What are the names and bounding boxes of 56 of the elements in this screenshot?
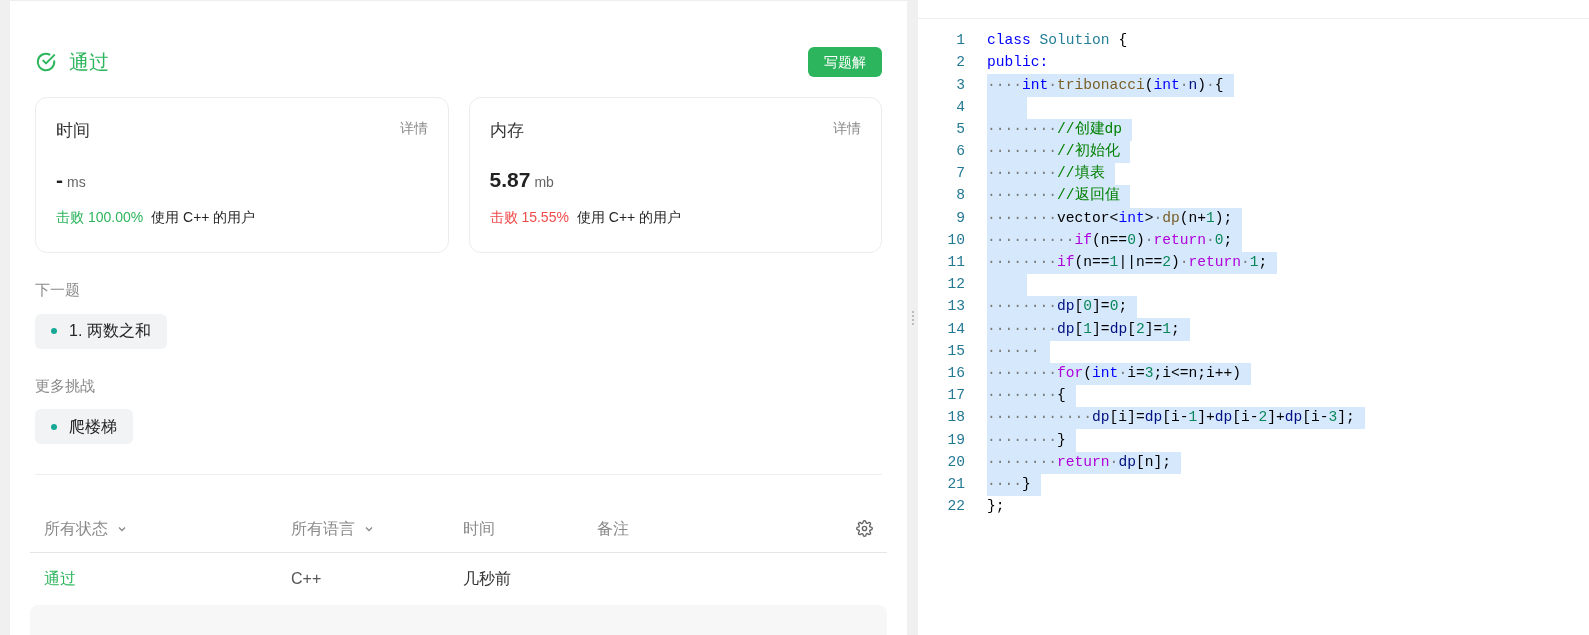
line-number: 10: [946, 230, 965, 250]
bullet-icon: [51, 423, 57, 430]
column-header[interactable]: 时间: [463, 516, 597, 541]
details-link[interactable]: 详情: [833, 118, 861, 139]
line-number: 22: [946, 497, 965, 517]
line-number: 14: [946, 319, 965, 339]
beat-note: 使用 C++ 的用户: [576, 208, 682, 227]
line-number: 8: [955, 186, 965, 206]
stat-title: 时间: [56, 120, 90, 142]
line-number: 15: [946, 341, 965, 361]
write-solution-button[interactable]: 写题解: [808, 47, 882, 77]
line-number: 20: [946, 452, 965, 472]
line-number: 18: [946, 408, 965, 428]
problem-chip[interactable]: 1. 两数之和: [35, 313, 167, 349]
status-cell-text: 通过: [44, 569, 77, 589]
line-number: 2: [955, 53, 965, 73]
stat-unit: ms: [67, 172, 86, 192]
line-number: 3: [955, 75, 965, 95]
submission-row[interactable]: 通过 C++ 几秒前: [30, 553, 887, 605]
code-line: };: [987, 497, 1006, 517]
beat-percent: 击败 15.55%: [489, 208, 569, 227]
line-number: 21: [946, 474, 965, 494]
line-number: 6: [955, 142, 965, 162]
line-number: 7: [955, 164, 965, 184]
stat-unit: mb: [534, 172, 554, 192]
line-number: 17: [946, 386, 965, 406]
column-header[interactable]: 所有状态: [44, 516, 291, 541]
line-number: 16: [946, 363, 965, 383]
settings-icon[interactable]: [856, 520, 873, 537]
stat-title: 内存: [489, 120, 524, 142]
column-header[interactable]: 所有语言: [291, 516, 463, 541]
resize-handle-icon[interactable]: [911, 310, 914, 325]
column-header[interactable]: 备注: [597, 516, 697, 541]
section-heading: 下一题: [35, 280, 81, 300]
line-number: 4: [955, 97, 965, 117]
beat-percent: 击败 100.00%: [56, 208, 144, 227]
line-number: 19: [946, 430, 965, 450]
beat-note: 使用 C++ 的用户: [151, 208, 256, 227]
line-number: 5: [955, 119, 965, 139]
problem-chip[interactable]: 爬楼梯: [35, 409, 133, 444]
check-circle-icon: [35, 51, 57, 73]
line-number: 1: [955, 31, 965, 51]
line-number: 12: [946, 275, 965, 295]
line-number: 13: [946, 297, 965, 317]
line-number: 11: [946, 253, 965, 272]
status-title: 通过: [69, 50, 109, 75]
stat-value: 5.87: [489, 166, 531, 193]
language-cell-text: C++: [291, 569, 323, 589]
line-number: 9: [955, 208, 965, 228]
section-heading: 更多挑战: [35, 375, 96, 396]
bullet-icon: [51, 328, 57, 334]
stat-value: -: [56, 166, 63, 193]
time-cell-text: 几秒前: [463, 569, 512, 589]
code-line: class Solution {: [987, 31, 1129, 51]
details-link[interactable]: 详情: [399, 118, 428, 139]
code-line: public:: [987, 53, 1050, 73]
